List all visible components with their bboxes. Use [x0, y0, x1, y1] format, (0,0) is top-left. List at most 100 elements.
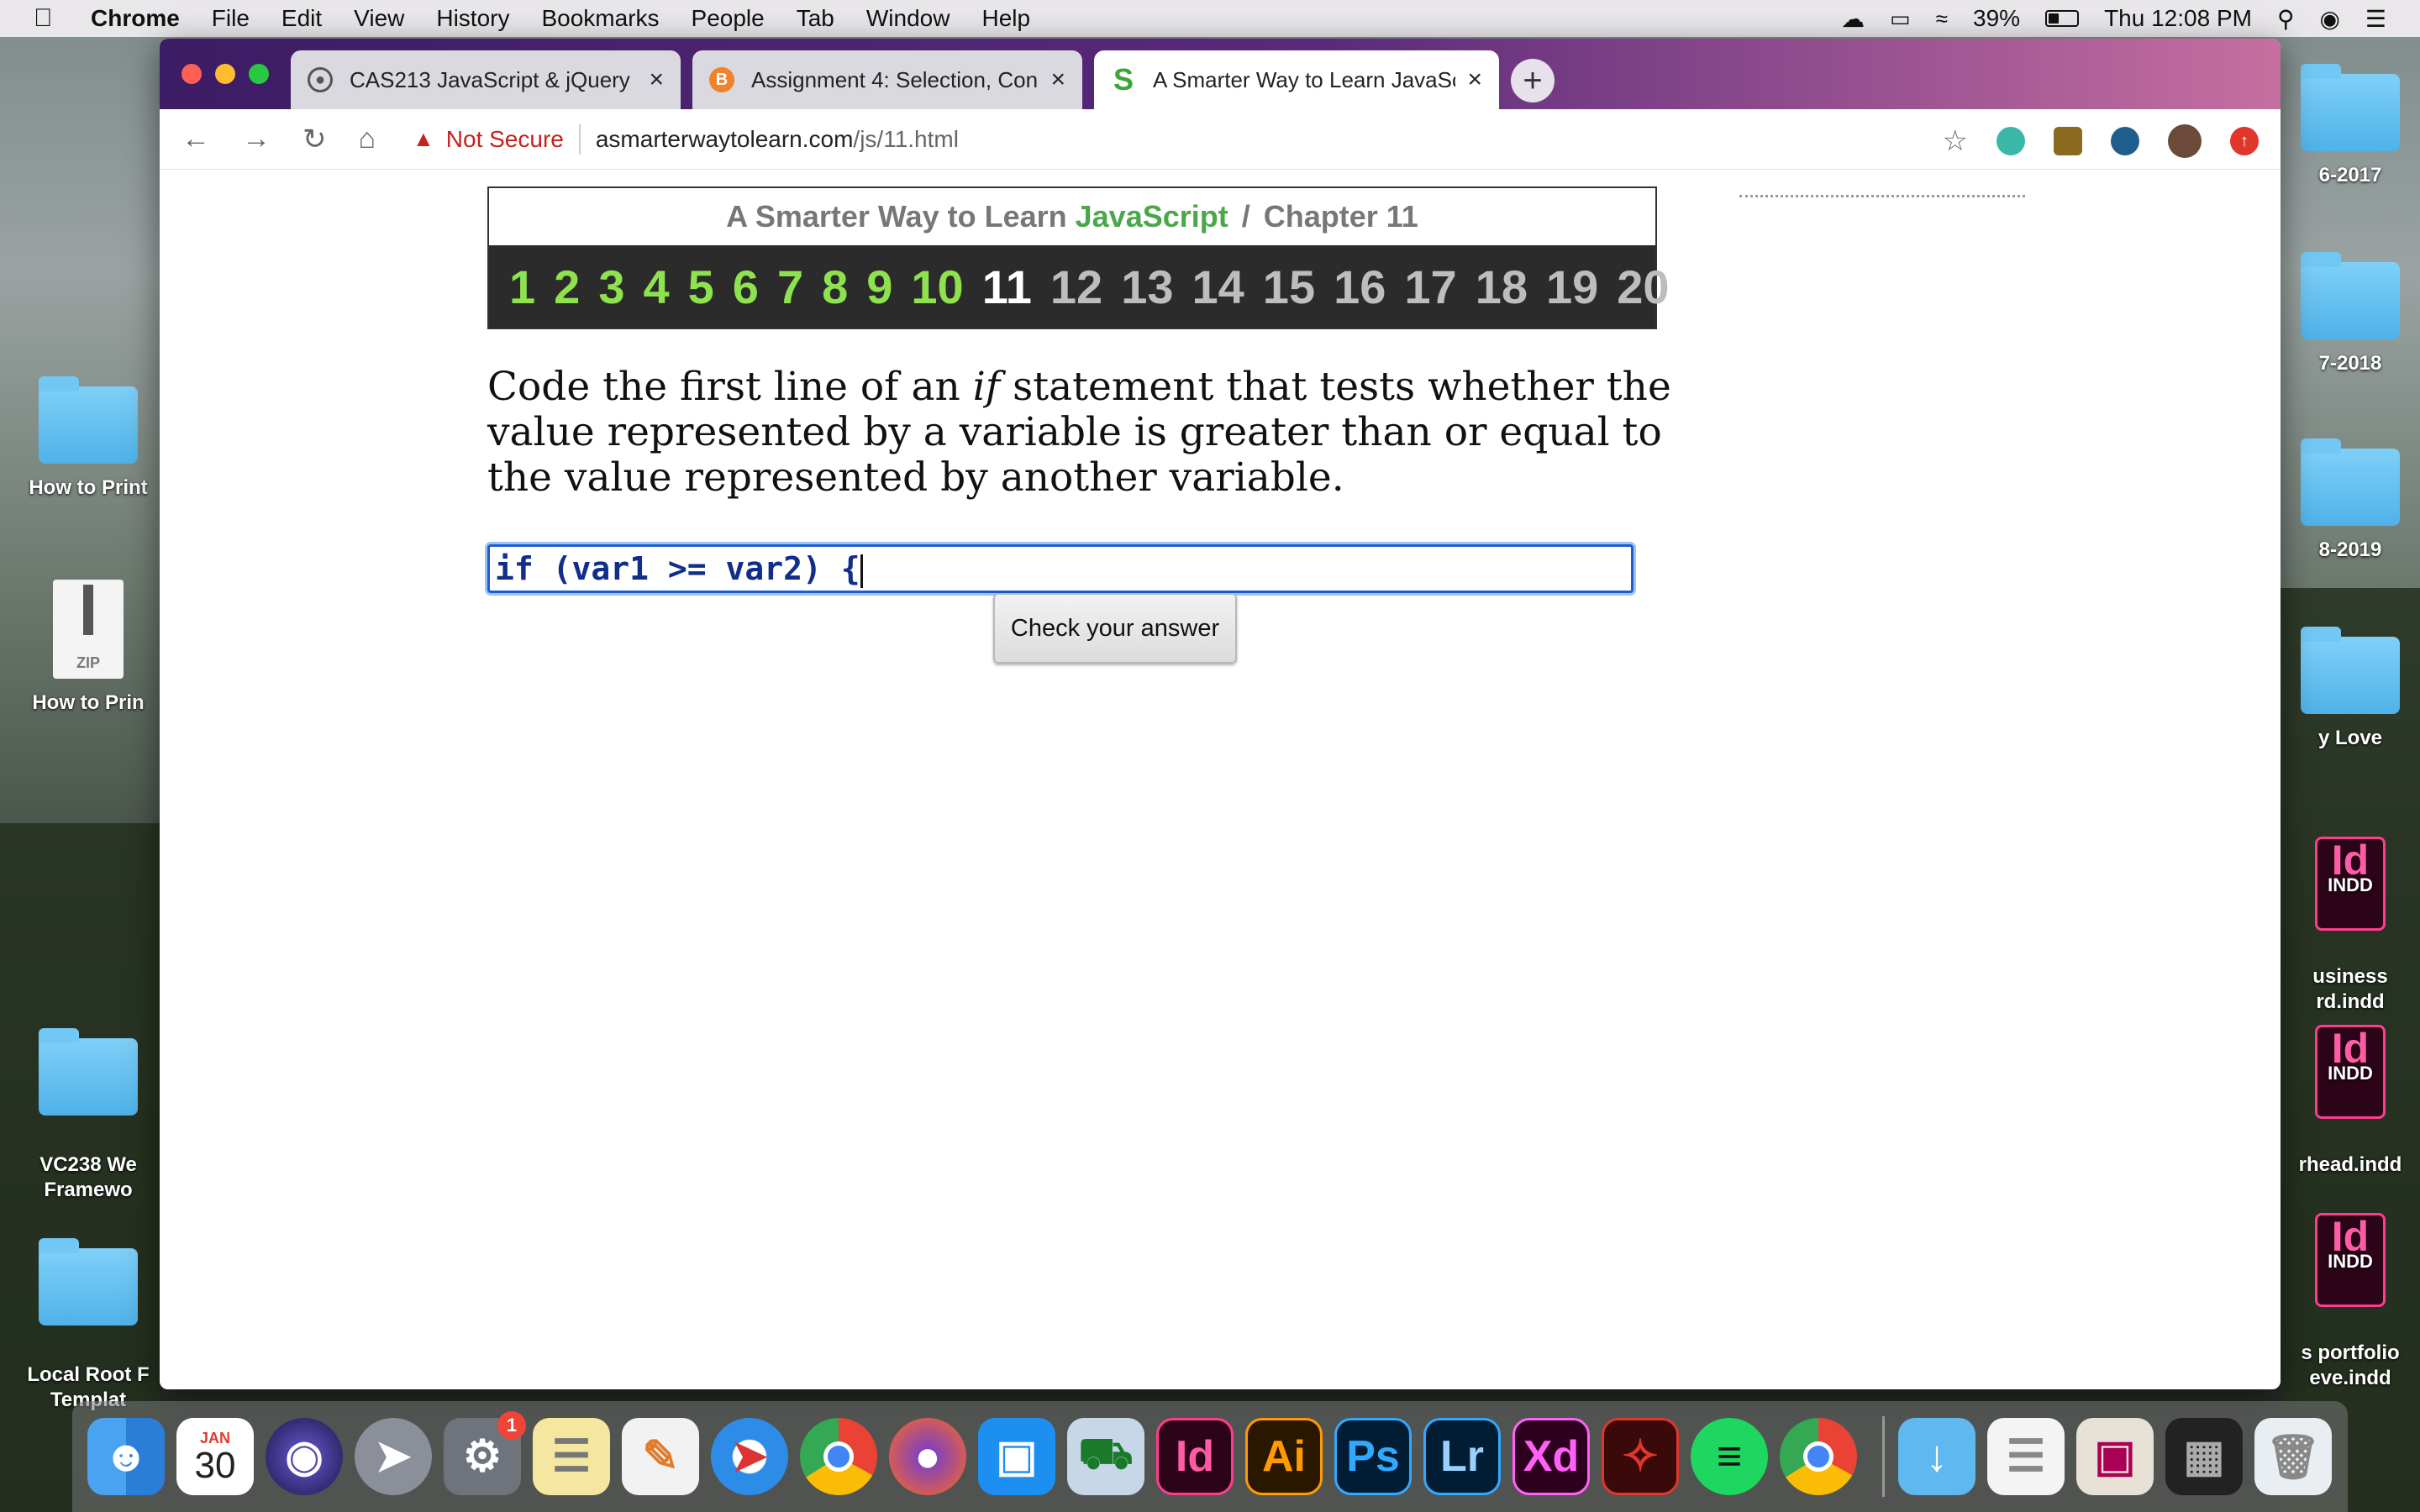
desktop-indd-letterhead[interactable]: Id INDD rhead.indd: [2281, 1000, 2420, 1203]
chapter-link-17[interactable]: 17: [1404, 260, 1456, 314]
indesign-app-icon[interactable]: Id: [1156, 1418, 1234, 1495]
profile-avatar[interactable]: [2168, 124, 2202, 158]
new-tab-button[interactable]: +: [1511, 59, 1555, 102]
chapter-link-19[interactable]: 19: [1546, 260, 1598, 314]
chapter-link-3[interactable]: 3: [598, 260, 624, 314]
xd-app-icon[interactable]: Xd: [1512, 1418, 1590, 1495]
airplay-icon[interactable]: ▭: [1890, 6, 1911, 32]
chapter-link-8[interactable]: 8: [822, 260, 848, 314]
apple-menu-icon[interactable]: : [34, 4, 62, 33]
close-window-button[interactable]: [182, 64, 202, 84]
desktop-folder-2017[interactable]: 6-2017: [2281, 64, 2420, 188]
recent-items-stack-icon[interactable]: ▣: [2076, 1418, 2154, 1495]
downloads-folder-icon[interactable]: ↓: [1898, 1418, 1975, 1495]
menu-bookmarks[interactable]: Bookmarks: [541, 5, 659, 32]
desktop-indd-portfolio[interactable]: Id INDD s portfolio eve.indd: [2281, 1188, 2420, 1416]
desktop-folder-vc238[interactable]: VC238 We Framewo: [17, 1013, 160, 1228]
check-answer-button[interactable]: Check your answer: [993, 593, 1237, 664]
menu-window[interactable]: Window: [866, 5, 950, 32]
illustrator-app-icon[interactable]: Ai: [1245, 1418, 1323, 1495]
chapter-link-11[interactable]: 11: [982, 260, 1032, 314]
chapter-link-9[interactable]: 9: [866, 260, 892, 314]
tab-smarter-way[interactable]: S A Smarter Way to Learn JavaSc ×: [1094, 50, 1499, 109]
creative-cloud-icon[interactable]: ☁: [1841, 5, 1865, 33]
chapter-link-18[interactable]: 18: [1476, 260, 1528, 314]
menu-people[interactable]: People: [692, 5, 765, 32]
menu-view[interactable]: View: [354, 5, 404, 32]
chapter-link-10[interactable]: 10: [911, 260, 963, 314]
tab-assignment-4[interactable]: B Assignment 4: Selection, Cond ×: [692, 50, 1082, 109]
lightroom-app-icon[interactable]: Lr: [1423, 1418, 1501, 1495]
desktop-folder-2019[interactable]: 8-2019: [2281, 438, 2420, 563]
forward-arrow-icon[interactable]: →: [242, 123, 271, 156]
acrobat-icon[interactable]: ✧: [1602, 1418, 1679, 1495]
chapter-link-6[interactable]: 6: [733, 260, 759, 314]
wifi-icon[interactable]: ≈: [1936, 6, 1948, 32]
home-icon[interactable]: ⌂: [359, 123, 376, 156]
calendar-icon[interactable]: JAN 30: [176, 1418, 254, 1495]
menu-help[interactable]: Help: [981, 5, 1030, 32]
minimize-window-button[interactable]: [215, 64, 235, 84]
notification-center-icon[interactable]: ☰: [2365, 5, 2386, 33]
chapter-link-1[interactable]: 1: [509, 260, 535, 314]
desktop-folder-2018[interactable]: 7-2018: [2281, 252, 2420, 376]
siri-dock-icon[interactable]: ◉: [266, 1418, 343, 1495]
chapter-link-12[interactable]: 12: [1050, 260, 1102, 314]
answer-input[interactable]: if (var1 >= var2) {: [487, 544, 1634, 593]
tab-close-icon[interactable]: ×: [1467, 66, 1482, 94]
chapter-link-14[interactable]: 14: [1192, 260, 1244, 314]
menu-app-name[interactable]: Chrome: [91, 5, 180, 32]
chapter-link-15[interactable]: 15: [1263, 260, 1315, 314]
spotlight-search-icon[interactable]: ⚲: [2277, 5, 2295, 33]
battery-icon[interactable]: [2045, 10, 2080, 27]
safari-compass-icon[interactable]: ➤: [711, 1418, 788, 1495]
chapter-link-4[interactable]: 4: [643, 260, 669, 314]
battery-percent[interactable]: 39%: [1973, 5, 2020, 32]
zoom-window-button[interactable]: [249, 64, 269, 84]
spotify-icon[interactable]: ≡: [1691, 1418, 1768, 1495]
url-path[interactable]: /js/11.html: [853, 126, 959, 153]
back-arrow-icon[interactable]: ←: [182, 123, 210, 156]
photoshop-app-icon[interactable]: Ps: [1334, 1418, 1412, 1495]
omnibox[interactable]: ▲ Not Secure asmarterwaytolearn.com/js/1…: [413, 123, 959, 155]
tab-close-icon[interactable]: ×: [1050, 66, 1065, 94]
pages-icon[interactable]: ✎: [622, 1418, 699, 1495]
desktop-folder-love[interactable]: y Love: [2281, 627, 2420, 751]
transmit-truck-icon[interactable]: ⛟: [1067, 1418, 1144, 1495]
chrome-icon[interactable]: [800, 1418, 877, 1495]
siri-icon[interactable]: ◉: [2319, 5, 2339, 33]
book-title-js[interactable]: JavaScript: [1076, 199, 1228, 234]
notes-icon[interactable]: ☰: [533, 1418, 610, 1495]
clock[interactable]: Thu 12:08 PM: [2104, 5, 2252, 32]
chrome-canary-icon[interactable]: [1780, 1418, 1857, 1495]
firefox-icon[interactable]: ●: [889, 1418, 966, 1495]
bookmark-star-icon[interactable]: ☆: [1943, 124, 1968, 158]
system-preferences-gear-icon[interactable]: ⚙ 1: [444, 1411, 526, 1495]
trash-icon[interactable]: 🗑: [2254, 1418, 2332, 1495]
desktop-folder-how-to-print[interactable]: How to Print: [17, 376, 160, 501]
url-host[interactable]: asmarterwaytolearn.com: [596, 126, 854, 153]
security-indicator[interactable]: Not Secure: [446, 126, 564, 153]
chapter-link-20[interactable]: 20: [1617, 260, 1669, 314]
menu-file[interactable]: File: [212, 5, 250, 32]
warning-triangle-icon[interactable]: ▲: [413, 126, 434, 152]
menu-edit[interactable]: Edit: [281, 5, 322, 32]
document-stack-icon[interactable]: ☰: [1987, 1418, 2065, 1495]
menu-history[interactable]: History: [436, 5, 509, 32]
framer-box-icon[interactable]: ▣: [978, 1418, 1055, 1495]
menu-tab[interactable]: Tab: [797, 5, 834, 32]
tab-close-icon[interactable]: ×: [649, 66, 664, 94]
chapter-link-2[interactable]: 2: [554, 260, 580, 314]
reload-icon[interactable]: ↻: [302, 123, 327, 156]
launchpad-rocket-icon[interactable]: ➤: [355, 1418, 432, 1495]
finder-icon[interactable]: ☻: [87, 1418, 165, 1495]
update-arrow-icon[interactable]: ↑: [2230, 127, 2259, 155]
desktop-zip-how-to-print[interactable]: ZIP How to Prin: [17, 580, 160, 716]
screenshot-stack-icon[interactable]: ▦: [2165, 1418, 2243, 1495]
extension-plant-icon[interactable]: [2054, 127, 2082, 155]
chapter-link-16[interactable]: 16: [1334, 260, 1386, 314]
tab-cas213[interactable]: ● CAS213 JavaScript & jQuery ×: [291, 50, 681, 109]
chapter-link-13[interactable]: 13: [1121, 260, 1173, 314]
chapter-link-5[interactable]: 5: [688, 260, 714, 314]
extension-teal-icon[interactable]: [1996, 127, 2025, 155]
